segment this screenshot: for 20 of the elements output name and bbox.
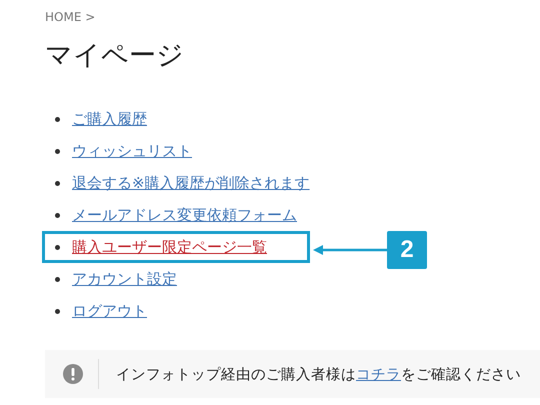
bullet-icon [55, 244, 60, 250]
menu-link[interactable]: ご購入履歴 [72, 110, 147, 128]
bullet-icon [55, 180, 60, 186]
menu-link[interactable]: ログアウト [72, 302, 147, 320]
callout-badge: 2 [387, 231, 427, 269]
menu-link[interactable]: アカウント設定 [72, 270, 177, 288]
menu-link[interactable]: 退会する※購入履歴が削除されます [72, 174, 310, 192]
menu-link[interactable]: 購入ユーザー限定ページ一覧 [72, 238, 267, 256]
bullet-icon [55, 212, 60, 218]
notice-text: インフォトップ経由のご購入者様は コチラ をご確認ください [116, 366, 521, 384]
menu-link[interactable]: ウィッシュリスト [72, 142, 192, 160]
bullet-icon [55, 308, 60, 314]
alert-icon [63, 364, 83, 384]
breadcrumb[interactable]: HOME > [45, 10, 96, 24]
bullet-icon [55, 116, 60, 122]
bullet-icon [55, 148, 60, 154]
bullet-icon [55, 276, 60, 282]
menu-link[interactable]: メールアドレス変更依頼フォーム [72, 206, 297, 224]
page-title: マイページ [45, 39, 184, 73]
notice-link[interactable]: コチラ [356, 366, 401, 382]
